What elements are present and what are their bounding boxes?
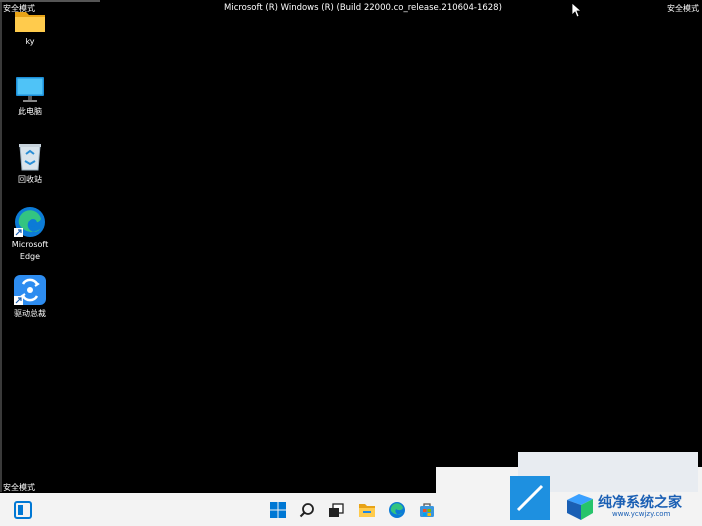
desktop-icon-label-line2: Edge [19, 252, 41, 261]
store-icon [420, 502, 434, 517]
safe-mode-label-top-right: 安全模式 [667, 4, 699, 13]
edge-icon [389, 501, 405, 518]
safe-mode-label-bottom-left: 安全模式 [3, 483, 35, 492]
watermark-title: 纯净系统之家 [598, 495, 682, 511]
start-icon [270, 501, 286, 518]
widgets-icon [14, 500, 32, 519]
search-button[interactable] [292, 493, 322, 526]
watermark-logo-icon [567, 494, 593, 520]
start-button[interactable] [263, 493, 293, 526]
recycle-bin-icon [19, 144, 41, 171]
search-icon [299, 502, 314, 517]
task-view-icon [329, 502, 344, 517]
desktop-icon-label-line1: Microsoft [11, 240, 49, 249]
desktop-icon-ky[interactable]: ky [1, 8, 59, 47]
folder-icon [15, 12, 45, 32]
top-divider [0, 0, 100, 2]
desktop [0, 0, 702, 492]
desktop-icon-label: ky [25, 37, 35, 46]
desktop-icon-driver-app[interactable]: 驱动总裁 [1, 274, 59, 319]
desktop-icon-edge[interactable]: Microsoft Edge [1, 206, 59, 262]
file-explorer-icon [359, 503, 375, 517]
computer-icon [16, 77, 44, 102]
edge-icon [14, 207, 45, 237]
edge-taskbar-button[interactable] [382, 493, 412, 526]
mouse-cursor-icon [571, 2, 581, 18]
watermark: 纯净系统之家 www.ycwjzy.com [562, 488, 702, 524]
store-button[interactable] [412, 493, 442, 526]
app-tile-icon [510, 476, 550, 520]
watermark-url: www.ycwjzy.com [612, 510, 671, 518]
desktop-icon-label: 驱动总裁 [14, 309, 46, 318]
desktop-icon-label: 此电脑 [18, 107, 42, 116]
widgets-button[interactable] [8, 493, 38, 526]
build-info: Microsoft (R) Windows (R) (Build 22000.c… [224, 3, 502, 13]
file-explorer-button[interactable] [352, 493, 382, 526]
desktop-icon-this-pc[interactable]: 此电脑 [1, 76, 59, 117]
driver-app-icon [14, 275, 46, 305]
task-view-button[interactable] [321, 493, 351, 526]
desktop-icon-recycle-bin[interactable]: 回收站 [1, 142, 59, 185]
desktop-icon-label: 回收站 [18, 175, 42, 184]
